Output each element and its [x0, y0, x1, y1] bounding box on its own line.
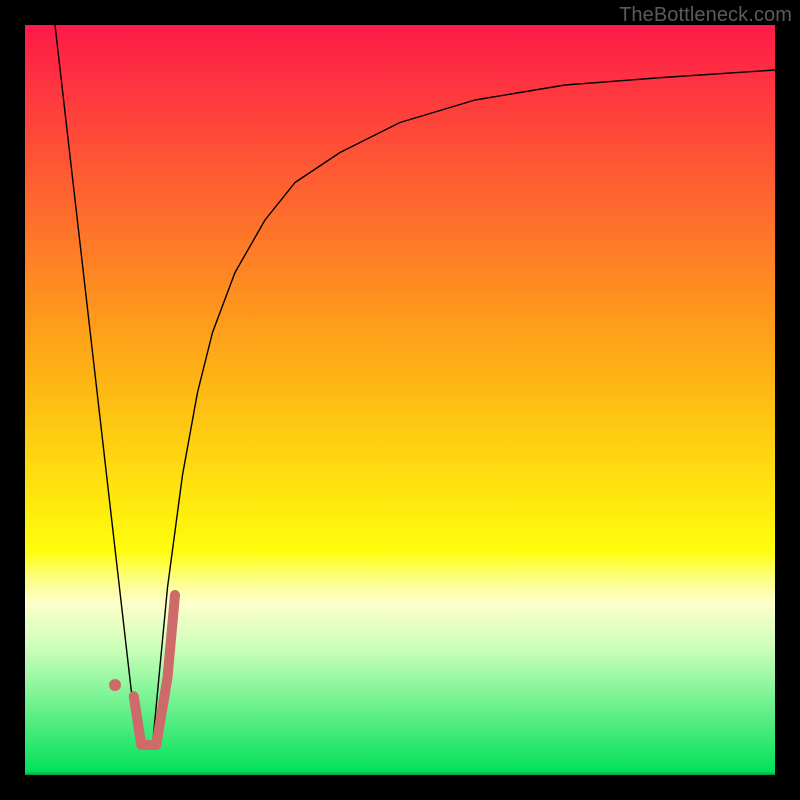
plot-overlay [25, 25, 775, 775]
series-left-arm [55, 25, 138, 745]
watermark-text: TheBottleneck.com [619, 4, 792, 27]
series-right-arm [153, 70, 776, 745]
marker-highlight-dot [109, 679, 121, 691]
chart-frame: TheBottleneck.com [0, 0, 800, 800]
plot-area [25, 25, 775, 775]
